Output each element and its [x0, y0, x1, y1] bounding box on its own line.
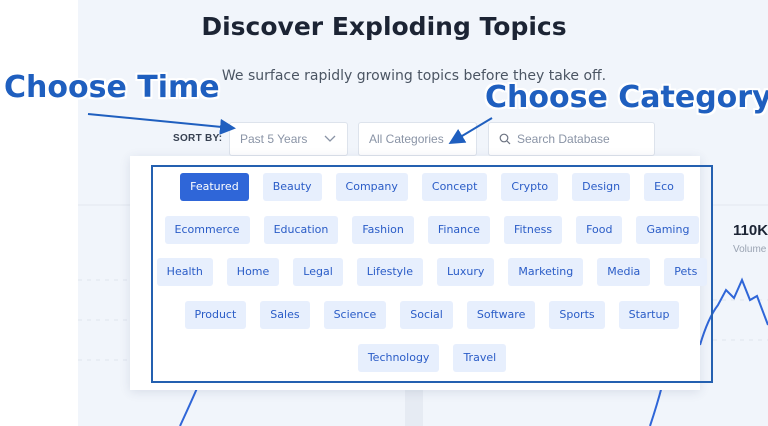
choose-time-annotation: Choose Time	[4, 70, 220, 105]
annotation-arrows	[87, 113, 493, 145]
time-arrow	[87, 113, 236, 135]
category-arrow	[448, 117, 493, 145]
choose-category-annotation: Choose Category	[485, 80, 768, 115]
